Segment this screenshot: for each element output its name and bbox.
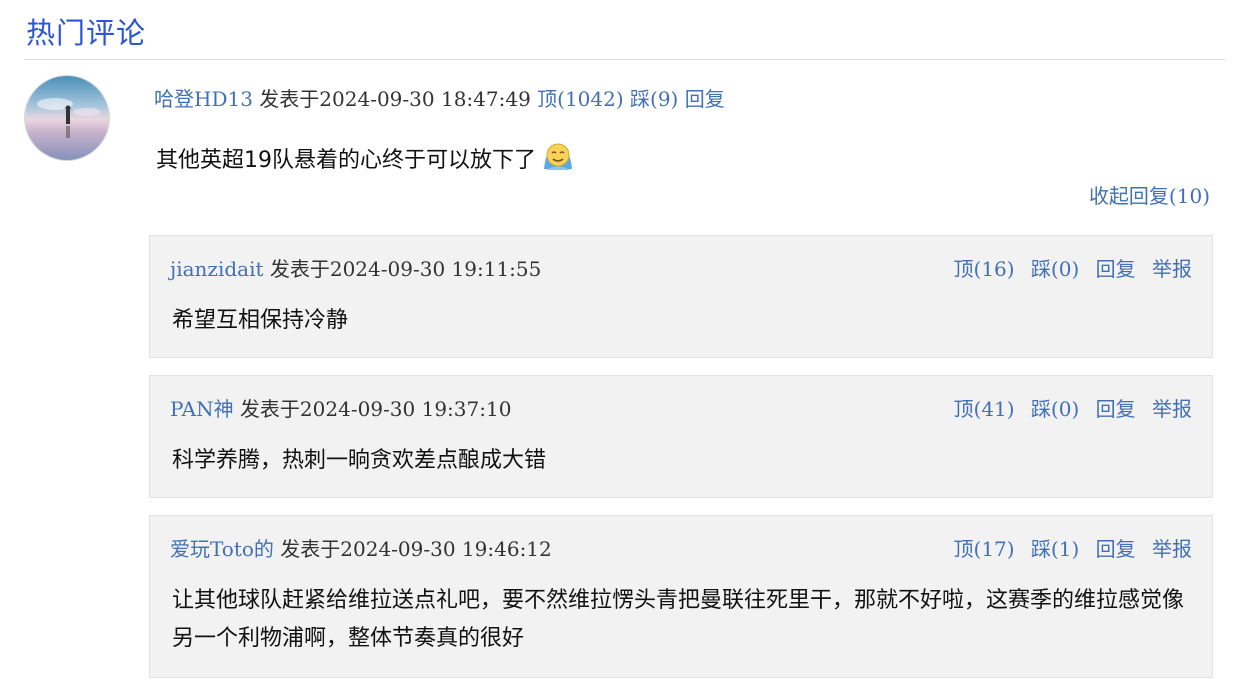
comment-username[interactable]: 哈登HD13 [154,87,253,111]
avatar[interactable] [24,75,110,161]
reply-username[interactable]: jianzidait [170,257,264,281]
report-button[interactable]: 举报 [1152,257,1192,281]
upvote-button[interactable]: 顶(17) [954,537,1015,561]
collapse-replies-link[interactable]: 收起回复(10) [1089,180,1210,209]
section-title: 热门评论 [26,16,147,50]
reply-timestamp: 发表于2024-09-30 19:11:55 [269,257,542,281]
downvote-button[interactable]: 踩(0) [1031,397,1079,421]
divider [24,59,1225,60]
downvote-button[interactable]: 踩(0) [1031,257,1079,281]
downvote-button[interactable]: 踩(1) [1031,537,1079,561]
upvote-button[interactable]: 顶(41) [954,397,1015,421]
reply-username[interactable]: PAN神 [170,397,234,421]
comment-text: 其他英超19队悬着的心终于可以放下了 [156,148,536,173]
upvote-button[interactable]: 顶(1042) [537,87,624,111]
reply-button[interactable]: 回复 [1096,397,1136,421]
reply-button[interactable]: 回复 [1096,537,1136,561]
reply-text: 科学养腾，热刺一晌贪欢差点酿成大错 [172,448,547,473]
reply-button[interactable]: 回复 [1096,257,1136,281]
reply-button[interactable]: 回复 [685,87,725,111]
comment-body: 其他英超19队悬着的心终于可以放下了 [156,137,576,179]
comment-timestamp: 发表于2024-09-30 18:47:49 [259,87,531,111]
reply-timestamp: 发表于2024-09-30 19:46:12 [280,537,552,561]
reply-text: 希望互相保持冷静 [172,308,349,333]
upvote-button[interactable]: 顶(16) [954,257,1015,281]
smiley-emoji-icon [540,137,576,179]
reply-item: 爱玩Toto的 发表于2024-09-30 19:46:12 顶(17) 踩(1… [149,515,1213,678]
reply-username[interactable]: 爱玩Toto的 [170,537,274,561]
downvote-button[interactable]: 踩(9) [630,87,678,111]
report-button[interactable]: 举报 [1152,397,1192,421]
reply-item: PAN神 发表于2024-09-30 19:37:10 顶(41) 踩(0) 回… [149,375,1213,498]
reply-item: jianzidait 发表于2024-09-30 19:11:55 顶(16) … [149,235,1213,358]
report-button[interactable]: 举报 [1152,537,1192,561]
comment-meta: 哈登HD13 发表于2024-09-30 18:47:49 顶(1042) 踩(… [154,83,725,112]
reply-timestamp: 发表于2024-09-30 19:37:10 [239,397,512,421]
reply-text: 让其他球队赶紧给维拉送点礼吧，要不然维拉愣头青把曼联往死里干，那就不好啦，这赛季… [172,588,1185,651]
